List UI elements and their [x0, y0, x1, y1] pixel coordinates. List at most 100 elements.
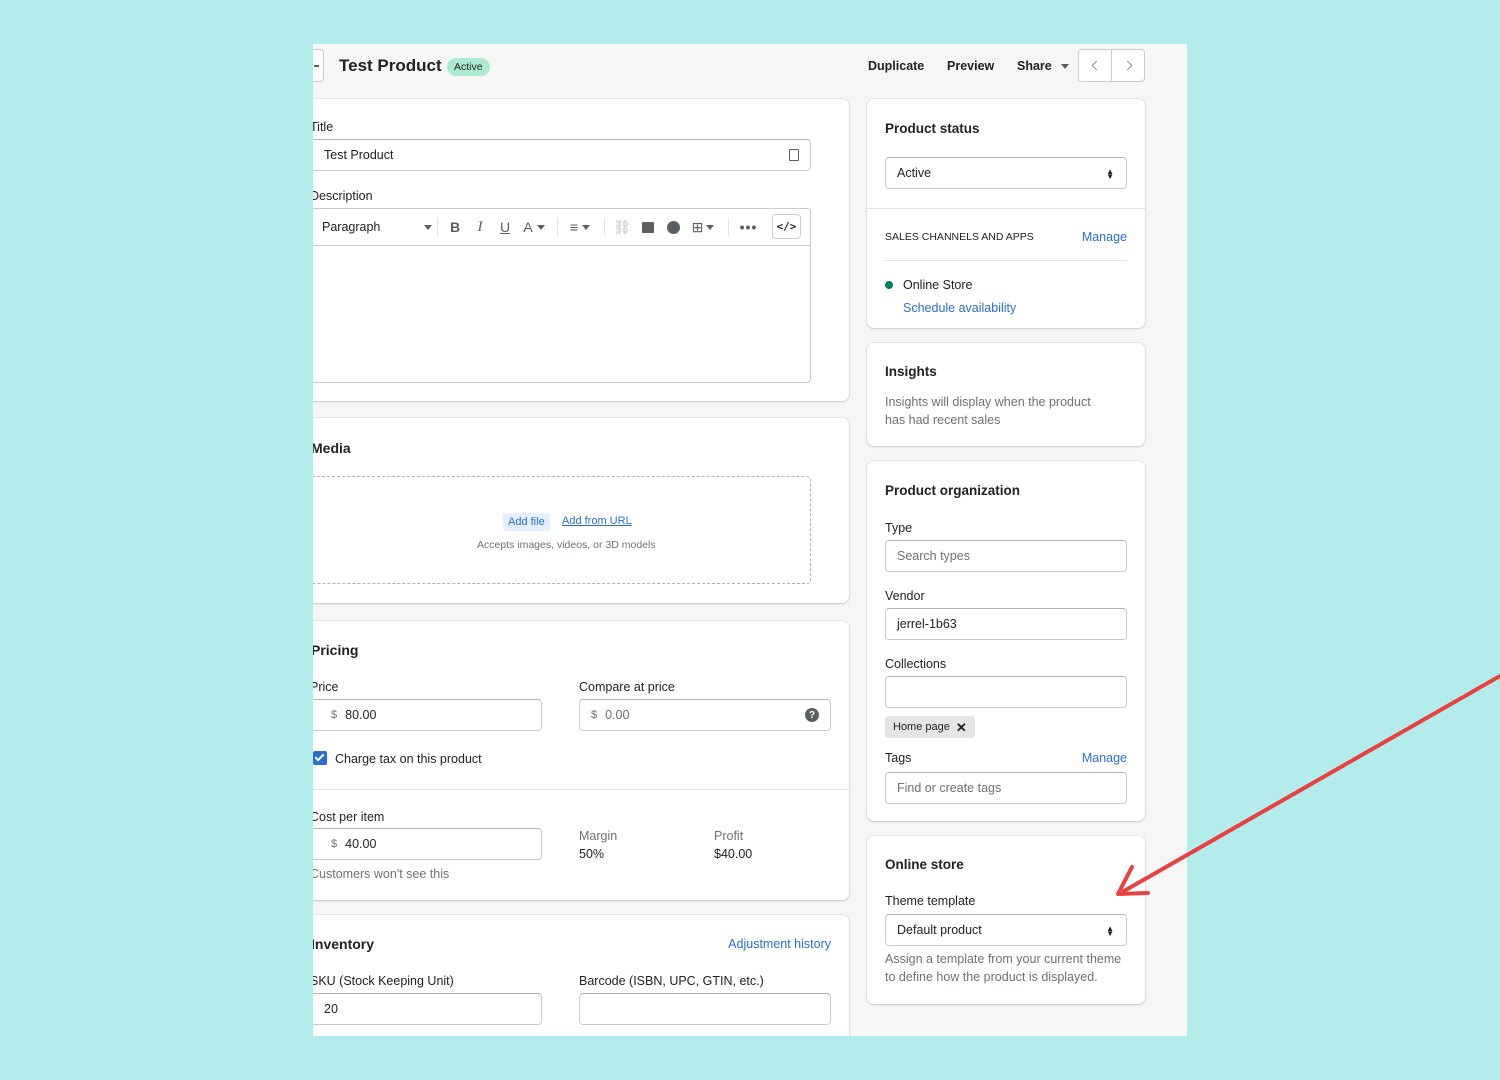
sku-input[interactable]: 20	[313, 993, 542, 1025]
price-label: Price	[313, 680, 339, 694]
duplicate-button[interactable]: Duplicate	[868, 59, 924, 73]
image-icon[interactable]	[638, 209, 658, 245]
product-status-card: Product status Active ▲ ▼ SALES CHANNELS …	[867, 99, 1145, 328]
price-input[interactable]: $ 80.00	[313, 699, 542, 731]
bold-icon[interactable]: B	[445, 209, 465, 245]
compare-at-price-placeholder: 0.00	[605, 708, 630, 722]
cost-value: 40.00	[345, 837, 377, 851]
sales-channels-manage-link[interactable]: Manage	[1082, 230, 1127, 244]
profit-label: Profit	[714, 829, 744, 843]
editor-toolbar: Paragraph B I U A ≡ ⛓ ⊞ ••• </>	[313, 209, 810, 246]
collections-label: Collections	[885, 657, 947, 671]
cost-hint: Customers won't see this	[313, 867, 450, 881]
show-html-button[interactable]: </>	[772, 214, 801, 239]
tags-manage-link[interactable]: Manage	[1082, 751, 1127, 765]
rich-text-editor: Paragraph B I U A ≡ ⛓ ⊞ ••• </>	[313, 208, 811, 383]
divider	[867, 208, 1145, 209]
pricing-card: Pricing Price $ 80.00 Compare at price $…	[313, 621, 849, 900]
next-product-button[interactable]	[1112, 50, 1145, 81]
back-button[interactable]	[313, 49, 324, 82]
paragraph-format-select[interactable]: Paragraph	[322, 209, 432, 245]
divider	[885, 260, 1127, 261]
currency-prefix: $	[331, 709, 338, 721]
back-arrow-icon	[314, 65, 319, 67]
media-heading: Media	[313, 440, 351, 456]
share-button[interactable]: Share	[1017, 59, 1070, 73]
title-label: Title	[313, 120, 334, 134]
product-status-value: Active	[897, 166, 932, 180]
adjustment-history-link[interactable]: Adjustment history	[728, 937, 831, 951]
type-label: Type	[885, 521, 913, 535]
underline-icon[interactable]: U	[495, 209, 515, 245]
select-caret-icon: ▲ ▼	[1106, 924, 1114, 938]
insights-text-line2: has had recent sales	[885, 413, 1001, 427]
tags-input[interactable]: Find or create tags	[885, 772, 1127, 804]
barcode-input[interactable]	[579, 993, 831, 1025]
collections-input[interactable]	[885, 676, 1127, 708]
theme-template-hint-line2: to define how the product is displayed.	[885, 970, 1098, 984]
video-icon[interactable]	[663, 209, 683, 245]
align-icon[interactable]: ≡	[565, 209, 595, 245]
type-placeholder: Search types	[897, 549, 970, 563]
more-options-icon[interactable]: •••	[736, 209, 761, 245]
channel-status-dot	[885, 281, 893, 289]
vendor-input[interactable]: jerrel-1b63	[885, 608, 1127, 640]
sku-label: SKU (Stock Keeping Unit)	[313, 974, 454, 988]
vendor-label: Vendor	[885, 589, 925, 603]
collection-tag-label: Home page	[893, 721, 950, 733]
margin-label: Margin	[579, 829, 618, 843]
chevron-right-icon	[1122, 60, 1132, 71]
share-label: Share	[1017, 59, 1052, 73]
caret-down-icon	[1061, 64, 1070, 70]
add-from-url-link[interactable]: Add from URL	[562, 515, 632, 527]
text-color-icon[interactable]: A	[519, 209, 549, 245]
title-description-card: Title Test Product Description Paragraph…	[313, 99, 849, 401]
cost-per-item-label: Cost per item	[313, 810, 385, 824]
theme-template-label: Theme template	[885, 894, 976, 908]
product-status-select[interactable]: Active ▲ ▼	[885, 157, 1127, 189]
product-status-heading: Product status	[885, 121, 980, 136]
media-dropzone[interactable]: Add file Add from URL Accepts images, vi…	[313, 476, 811, 584]
toolbar-divider	[604, 218, 605, 236]
close-icon[interactable]: ✕	[956, 721, 967, 734]
theme-template-select[interactable]: Default product ▲ ▼	[885, 914, 1127, 946]
sales-channels-label: SALES CHANNELS AND APPS	[885, 231, 1034, 243]
preview-button[interactable]: Preview	[947, 59, 994, 73]
charge-tax-label: Charge tax on this product	[335, 752, 482, 766]
barcode-label: Barcode (ISBN, UPC, GTIN, etc.)	[579, 974, 764, 988]
cost-per-item-input[interactable]: $ 40.00	[313, 828, 542, 860]
theme-template-value: Default product	[897, 923, 982, 937]
product-editor-page: Test Product Active Duplicate Preview Sh…	[313, 44, 1187, 1036]
toolbar-divider	[437, 218, 438, 236]
vendor-value: jerrel-1b63	[897, 617, 957, 631]
help-icon[interactable]: ?	[805, 708, 819, 722]
currency-prefix: $	[591, 709, 598, 721]
title-input[interactable]: Test Product	[313, 139, 811, 171]
description-label: Description	[313, 189, 373, 203]
toolbar-divider	[728, 218, 729, 236]
price-value: 80.00	[345, 708, 377, 722]
margin-value: 50%	[579, 847, 605, 861]
title-value: Test Product	[324, 148, 394, 162]
inventory-card: Inventory Adjustment history SKU (Stock …	[313, 915, 849, 1036]
type-input[interactable]: Search types	[885, 540, 1127, 572]
pagination	[1078, 49, 1145, 82]
select-caret-icon: ▲ ▼	[1106, 167, 1114, 181]
chevron-left-icon	[1091, 60, 1102, 71]
compare-at-price-input[interactable]: $ 0.00 ?	[579, 699, 831, 731]
sku-value: 20	[324, 1002, 338, 1016]
previous-product-button[interactable]	[1079, 50, 1112, 81]
currency-prefix: $	[331, 838, 338, 850]
insights-heading: Insights	[885, 364, 937, 379]
link-icon[interactable]: ⛓	[612, 209, 632, 245]
toolbar-divider	[557, 218, 558, 236]
italic-icon[interactable]: I	[470, 209, 490, 245]
schedule-availability-link[interactable]: Schedule availability	[903, 301, 1016, 315]
compare-at-price-label: Compare at price	[579, 680, 675, 694]
charge-tax-checkbox[interactable]	[313, 751, 327, 765]
divider	[313, 789, 849, 790]
paragraph-label: Paragraph	[322, 220, 381, 234]
product-organization-heading: Product organization	[885, 483, 1020, 498]
add-file-button[interactable]: Add file	[503, 513, 550, 531]
table-icon[interactable]: ⊞	[688, 209, 718, 245]
